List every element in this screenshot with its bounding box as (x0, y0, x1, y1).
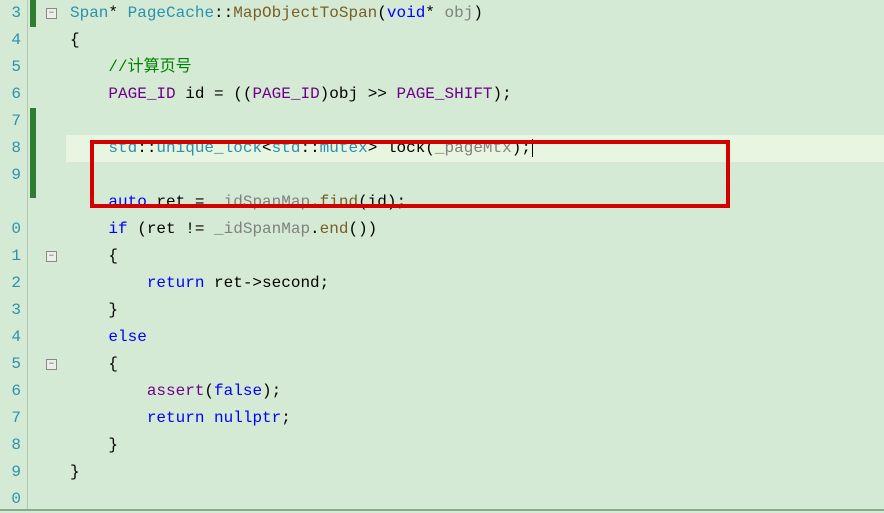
code-area[interactable]: Span* PageCache::MapObjectToSpan(void* o… (66, 0, 884, 511)
token-keyword: nullptr (214, 409, 281, 427)
line-number: 8 (0, 432, 21, 459)
token-op: * (108, 4, 118, 22)
code-line[interactable]: else (66, 324, 884, 351)
code-line[interactable]: assert(false); (66, 378, 884, 405)
fold-toggle[interactable]: − (46, 8, 57, 19)
fold-gutter: − − − (38, 0, 66, 511)
code-line[interactable]: return ret->second; (66, 270, 884, 297)
line-number: 9 (0, 459, 21, 486)
code-line[interactable]: } (66, 459, 884, 486)
code-line[interactable]: } (66, 432, 884, 459)
token-keyword: false (214, 382, 262, 400)
line-number: 4 (0, 27, 21, 54)
token-op: :: (214, 4, 233, 22)
token-function: find (320, 193, 358, 211)
token-type: Span (70, 4, 108, 22)
token-macro: PAGE_ID (108, 85, 175, 103)
text-caret (532, 139, 533, 157)
token-comment: //计算页号 (108, 58, 191, 76)
line-number: 3 (0, 0, 21, 27)
token-class: PageCache (128, 4, 214, 22)
line-number: 5 (0, 54, 21, 81)
token-keyword: if (108, 220, 127, 238)
token-macro: PAGE_SHIFT (397, 85, 493, 103)
line-number: 6 (0, 378, 21, 405)
line-number: 7 (0, 108, 21, 135)
line-number-gutter: 3 4 5 6 7 8 9 0 1 2 3 4 5 6 7 8 9 0 (0, 0, 28, 511)
line-number: 1 (0, 243, 21, 270)
line-number: 9 (0, 162, 21, 189)
change-marker (30, 0, 36, 27)
line-number: 4 (0, 324, 21, 351)
line-number (0, 189, 21, 216)
change-indicator-bar (28, 0, 38, 511)
line-number: 6 (0, 81, 21, 108)
token-macro: PAGE_ID (252, 85, 319, 103)
code-line[interactable]: } (66, 297, 884, 324)
code-line[interactable]: return nullptr; (66, 405, 884, 432)
code-editor[interactable]: 3 4 5 6 7 8 9 0 1 2 3 4 5 6 7 8 9 0 − − … (0, 0, 884, 511)
token-member: _pageMtx (435, 139, 512, 157)
token-function: MapObjectToSpan (233, 4, 377, 22)
token-type: unique_lock (156, 139, 262, 157)
token-macro: assert (147, 382, 205, 400)
code-line[interactable]: if (ret != _idSpanMap.end()) (66, 216, 884, 243)
change-marker (30, 108, 36, 198)
code-line[interactable]: { (66, 243, 884, 270)
token-namespace: std (272, 139, 301, 157)
token-namespace: std (108, 139, 137, 157)
code-line[interactable]: PAGE_ID id = ((PAGE_ID)obj >> PAGE_SHIFT… (66, 81, 884, 108)
line-number: 7 (0, 405, 21, 432)
token-member: _idSpanMap (214, 220, 310, 238)
token-keyword: void (387, 4, 425, 22)
line-number: 2 (0, 270, 21, 297)
token-member: _idSpanMap (214, 193, 310, 211)
code-line[interactable]: Span* PageCache::MapObjectToSpan(void* o… (66, 0, 884, 27)
fold-toggle[interactable]: − (46, 251, 57, 262)
code-line[interactable]: { (66, 351, 884, 378)
token-keyword: auto (108, 193, 146, 211)
token-function: end (320, 220, 349, 238)
code-line[interactable]: { (66, 27, 884, 54)
line-number: 5 (0, 351, 21, 378)
line-number: 8 (0, 135, 21, 162)
line-number: 3 (0, 297, 21, 324)
token-keyword: return (147, 409, 205, 427)
token-keyword: return (147, 274, 205, 292)
fold-toggle[interactable]: − (46, 359, 57, 370)
token-type: mutex (320, 139, 368, 157)
token-keyword: else (108, 328, 146, 346)
token-param: obj (445, 4, 474, 22)
code-line-current[interactable]: std::unique_lock<std::mutex> lock(_pageM… (66, 135, 884, 162)
code-line[interactable]: //计算页号 (66, 54, 884, 81)
code-line[interactable] (66, 108, 884, 135)
line-number: 0 (0, 216, 21, 243)
code-line[interactable] (66, 162, 884, 189)
code-line[interactable]: auto ret = _idSpanMap.find(id); (66, 189, 884, 216)
